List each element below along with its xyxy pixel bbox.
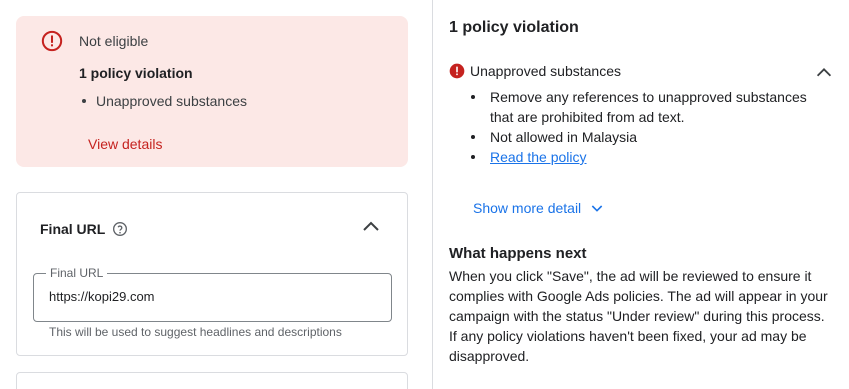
violation-list-item: Unapproved substances	[79, 93, 247, 109]
issue-details-list: Remove any references to unapproved subs…	[471, 87, 831, 167]
final-url-title: Final URL	[40, 221, 128, 237]
final-url-card: Final URL Final URL This will be used to…	[16, 192, 408, 356]
what-happens-next-heading: What happens next	[449, 245, 587, 262]
bullet	[82, 99, 86, 103]
page: Not eligible 1 policy violation Unapprov…	[0, 0, 849, 389]
policy-alert: Not eligible 1 policy violation Unapprov…	[16, 16, 408, 167]
violation-label: Unapproved substances	[96, 93, 247, 109]
final-url-input[interactable]	[49, 289, 379, 304]
list-item: Remove any references to unapproved subs…	[471, 87, 831, 127]
issue-header: Unapproved substances	[449, 63, 621, 79]
next-section-card	[16, 372, 408, 389]
show-more-label: Show more detail	[473, 200, 582, 216]
final-url-field[interactable]: Final URL	[33, 266, 392, 322]
help-outline-icon[interactable]	[112, 221, 128, 237]
final-url-title-text: Final URL	[40, 221, 106, 237]
final-url-hint: This will be used to suggest headlines a…	[49, 325, 342, 339]
final-url-field-label: Final URL	[46, 266, 108, 280]
list-item: Read the policy	[471, 147, 831, 167]
issue-title: Unapproved substances	[470, 63, 621, 79]
panel-title: 1 policy violation	[449, 19, 579, 36]
left-column: Not eligible 1 policy violation Unapprov…	[0, 0, 432, 389]
error-filled-icon	[449, 63, 465, 79]
what-happens-next-text: When you click "Save", the ad will be re…	[449, 268, 828, 364]
view-details-link[interactable]: View details	[88, 136, 162, 152]
chevron-up-icon[interactable]	[359, 215, 383, 239]
read-policy-link[interactable]: Read the policy	[490, 149, 587, 165]
violation-count: 1 policy violation	[79, 65, 193, 81]
collapse-chevron-up-icon[interactable]	[813, 62, 835, 84]
list-item: Not allowed in Malaysia	[471, 127, 831, 147]
chevron-down-icon	[591, 205, 603, 212]
eligibility-status: Not eligible	[79, 33, 149, 49]
show-more-detail-button[interactable]: Show more detail	[473, 200, 605, 216]
error-outline-icon	[41, 30, 63, 52]
policy-panel: 1 policy violation Unapproved substances…	[433, 0, 849, 389]
